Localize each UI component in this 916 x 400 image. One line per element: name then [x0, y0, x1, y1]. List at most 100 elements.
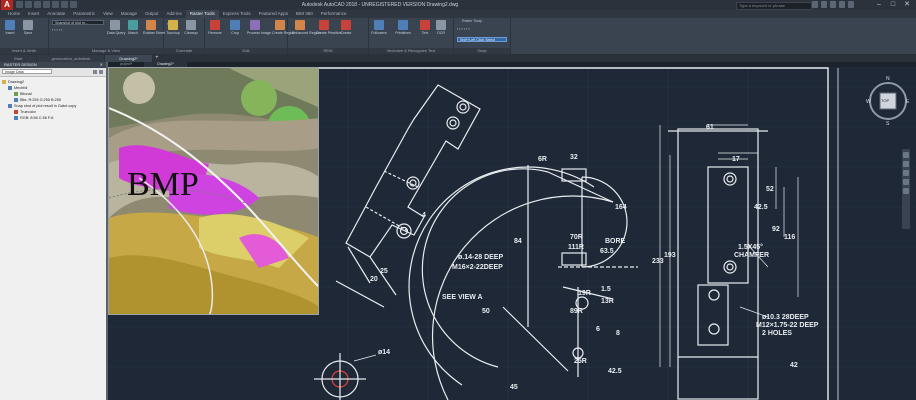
image-node-icon — [14, 116, 18, 120]
showmotion-icon[interactable] — [903, 188, 909, 194]
remove-icon — [210, 20, 220, 30]
steering-wheel-icon[interactable] — [903, 152, 909, 158]
image-node-icon — [8, 104, 12, 108]
tab-annotate[interactable]: Annotate — [43, 10, 69, 18]
tab-bim-360[interactable]: BIM 360 — [292, 10, 317, 18]
bmp-raster-image[interactable]: BMP — [108, 67, 319, 315]
minimize-button[interactable]: – — [872, 0, 886, 10]
tab-view[interactable]: View — [99, 10, 117, 18]
match-button[interactable]: Match — [125, 20, 141, 35]
dim-label: 1.5X45° — [738, 243, 763, 251]
dim-label: 89R — [570, 308, 583, 315]
cart-icon[interactable] — [830, 1, 836, 8]
compass-north-label: N — [886, 76, 890, 82]
tab-add-ins[interactable]: Add-ins — [163, 10, 186, 18]
raster-snap-toggle[interactable]: Raster Snap — [462, 19, 482, 23]
enhanced-region-button[interactable]: Enhanced Region — [292, 20, 321, 35]
tab-output[interactable]: Output — [141, 10, 163, 18]
dim-label: ø10.3 28DEEP — [762, 314, 809, 321]
refresh-icon[interactable] — [93, 70, 97, 74]
maximize-button[interactable]: □ — [886, 0, 900, 10]
doc-tab-drawing2[interactable]: Drawing2* — [105, 55, 152, 62]
new-tab-button[interactable]: + — [153, 55, 161, 62]
dim-label: 20 — [370, 276, 378, 283]
create-primitive-button[interactable]: Create Primitive — [316, 20, 342, 35]
crop-button[interactable]: Crop — [227, 20, 243, 35]
dim-label: M12×1.75-22 DEEP — [756, 322, 819, 329]
snap-tools: ▪ ▪ ▪ ▪ ▪ ▪ — [457, 27, 470, 31]
image-select-dropdown[interactable]: Snapshot of plot m... — [52, 20, 104, 25]
create-region-button[interactable]: Create Region — [272, 20, 295, 35]
process-image-button[interactable]: Process Image — [247, 20, 271, 35]
data-query-button[interactable]: Data Query — [107, 20, 125, 35]
tab-manage[interactable]: Manage — [117, 10, 141, 18]
process-image-icon — [250, 20, 260, 30]
image-tree: Drawing2 Mechfdi Bitonal Bits: R:255 G:255 … — [0, 77, 106, 121]
dim-label: 50 — [482, 308, 490, 315]
viewcube[interactable]: TOP N S E W — [866, 73, 910, 133]
orbit-icon[interactable] — [903, 179, 909, 185]
ribbon: Insert Save Insert & Write Snapshot of p… — [0, 18, 916, 55]
tab-home[interactable]: Home — [4, 10, 24, 18]
tree-item[interactable]: RGB: 8:56 C:56 F:8 — [2, 115, 106, 121]
create-primitive-icon — [319, 20, 329, 30]
bmp-label: BMP — [127, 166, 199, 203]
rubber-sheet-icon — [146, 20, 156, 30]
create-button[interactable]: Create — [338, 20, 354, 35]
followers-button[interactable]: Followers — [371, 20, 387, 35]
autocad-logo-icon[interactable]: A — [1, 0, 13, 10]
doc-tab-start[interactable]: Start — [0, 55, 37, 62]
new-icon[interactable] — [16, 1, 23, 8]
dim-label: 6R — [538, 156, 547, 163]
primitives-button[interactable]: Primitives — [395, 20, 411, 35]
exchange-icon[interactable] — [839, 1, 845, 8]
print-icon[interactable] — [52, 1, 59, 8]
enhanced-region-icon — [295, 20, 305, 30]
open-icon[interactable] — [25, 1, 32, 8]
undo-icon[interactable] — [61, 1, 68, 8]
panel-view-select[interactable]: Image Data — [2, 69, 52, 74]
tab-featured-apps[interactable]: Featured Apps — [255, 10, 292, 18]
dim-label: 116 — [784, 234, 795, 241]
manage-small-tools: ▪ ▪ ▪ ▪ ▪ — [52, 28, 63, 32]
compass-west-label: W — [866, 99, 871, 105]
ocr-button[interactable]: OCR — [433, 20, 449, 35]
tab-performance[interactable]: Performance — [317, 10, 351, 18]
tab-express-tools[interactable]: Express Tools — [219, 10, 255, 18]
help-icon[interactable] — [848, 1, 854, 8]
touchup-button[interactable]: Touchup — [165, 20, 181, 35]
rubber-sheet-button[interactable]: Rubber Sheet — [143, 20, 165, 35]
redo-icon[interactable] — [70, 1, 77, 8]
close-button[interactable]: ✕ — [900, 0, 914, 10]
dim-label: 52 — [766, 186, 774, 193]
primitives-icon — [398, 20, 408, 30]
remove-button[interactable]: Remove — [207, 20, 223, 35]
search-icon[interactable] — [812, 1, 818, 8]
panel-toolbar: Image Data — [0, 68, 106, 77]
tab-insert[interactable]: Insert — [24, 10, 43, 18]
save-button[interactable]: Save — [20, 20, 36, 35]
selection-cycle-button[interactable]: Shift+Left Click Select — [457, 37, 507, 42]
panel-snap: Raster Snap ▪ ▪ ▪ ▪ ▪ ▪ Shift+Left Click… — [454, 18, 511, 54]
dim-label: 25R — [574, 358, 587, 365]
tab-raster-tools[interactable]: Raster Tools — [185, 10, 219, 18]
doc-tab-geolocation[interactable]: geolocation_autodesk — [37, 55, 105, 62]
save-icon[interactable] — [34, 1, 41, 8]
search-input[interactable]: Type a keyword or phrase — [736, 2, 812, 10]
dim-label: 61 — [706, 124, 714, 131]
insert-button[interactable]: Insert — [2, 20, 18, 35]
ocr-icon — [436, 20, 446, 30]
pan-icon[interactable] — [903, 161, 909, 167]
dim-label: BORE — [605, 238, 626, 245]
user-icon[interactable] — [821, 1, 827, 8]
save-as-icon[interactable] — [43, 1, 50, 8]
drawing-viewport[interactable]: ø14 ø.14-28 DEEP M16×2-22DEEP SEE VIEW A… — [108, 67, 916, 400]
viewcube-top-label[interactable]: TOP — [881, 98, 889, 103]
cleanup-button[interactable]: Cleanup — [183, 20, 199, 35]
settings-icon[interactable] — [99, 70, 103, 74]
dim-label: 45 — [510, 384, 518, 391]
tab-parametric[interactable]: Parametric — [69, 10, 99, 18]
panel-vectorize: Followers Primitives Text OCR Vectorize … — [369, 18, 454, 54]
text-button[interactable]: Text — [417, 20, 433, 35]
zoom-icon[interactable] — [903, 170, 909, 176]
